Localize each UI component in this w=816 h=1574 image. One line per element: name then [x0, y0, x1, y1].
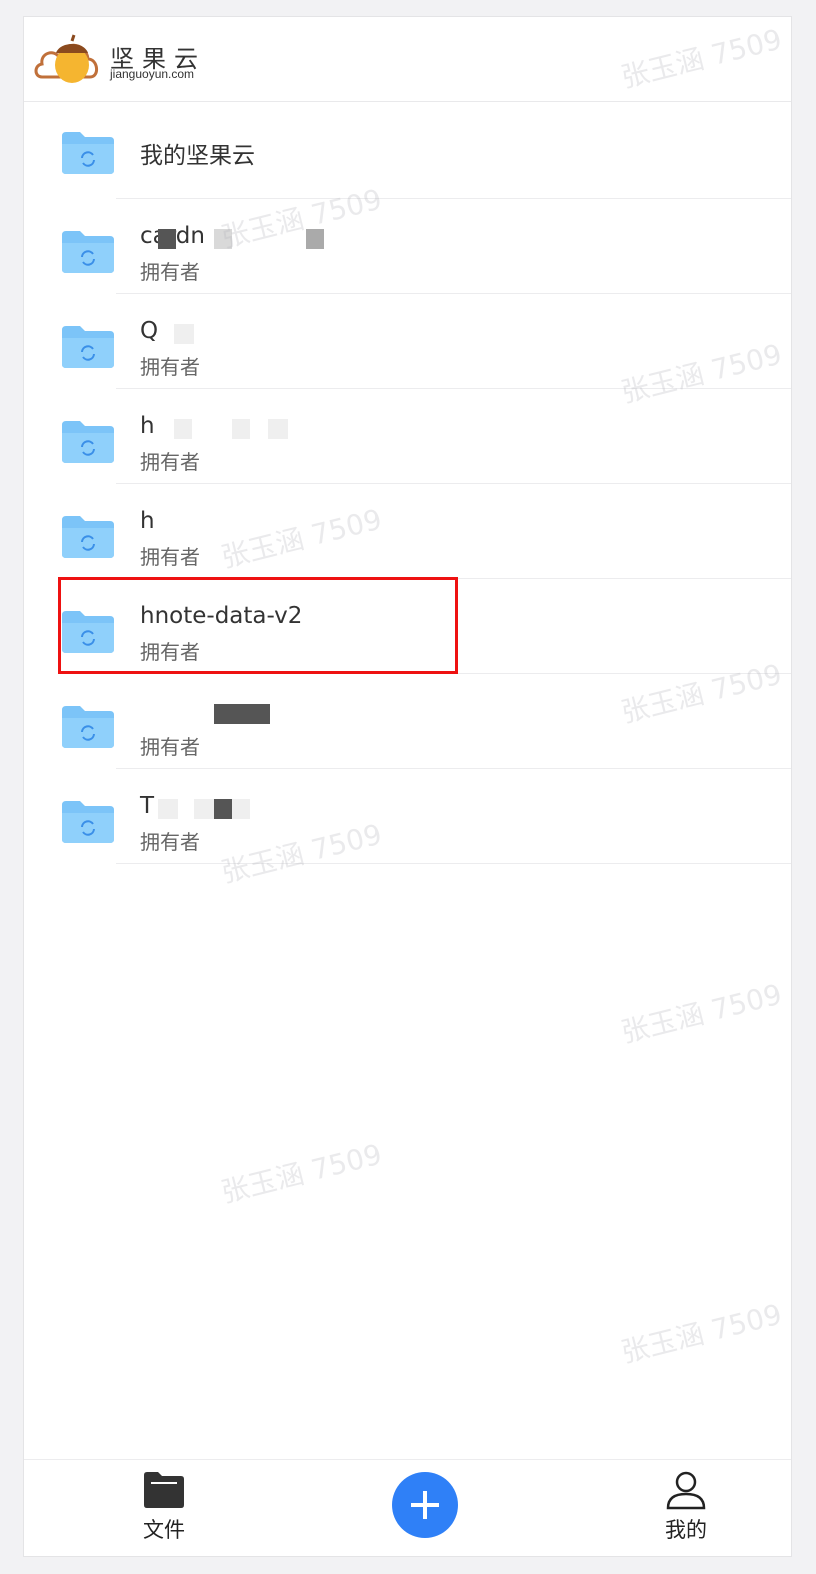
owner-label: 拥有者 — [140, 735, 200, 759]
add-button[interactable] — [392, 1472, 458, 1538]
sync-folder-icon — [62, 611, 114, 653]
tab-files[interactable]: 文件 — [119, 1470, 209, 1544]
brand-domain: jianguoyun.com — [110, 67, 195, 81]
sync-folder-icon — [62, 516, 114, 558]
folder-name: h — [140, 413, 155, 439]
folder-row-hnote-data-v2[interactable]: hnote-data-v2 拥有者 — [24, 579, 791, 674]
owner-label: 拥有者 — [140, 355, 200, 379]
folder-name: 我的坚果云 — [140, 143, 255, 169]
redaction-block — [214, 229, 232, 249]
folder-row[interactable]: 拥有者 — [24, 674, 791, 769]
folder-row[interactable]: T 拥有者 — [24, 769, 791, 864]
folder-name: Q — [140, 318, 159, 344]
redaction-block — [174, 419, 192, 439]
folder-row[interactable]: h 拥有者 — [24, 389, 791, 484]
watermark: 张玉涵 7509 — [617, 1297, 786, 1370]
user-icon — [666, 1471, 706, 1510]
app-header: 坚果云 jianguoyun.com — [24, 17, 791, 102]
redaction-block — [214, 704, 270, 724]
tab-mine-label: 我的 — [665, 1518, 707, 1542]
sync-folder-icon — [62, 421, 114, 463]
bottom-tab-bar: 文件 我的 — [24, 1459, 791, 1556]
redaction-block — [214, 799, 232, 819]
redaction-block — [174, 324, 194, 344]
redaction-block — [268, 419, 288, 439]
folder-row[interactable]: cardn 拥有者 — [24, 199, 791, 294]
redaction-block — [306, 229, 324, 249]
sync-folder-icon — [62, 231, 114, 273]
redaction-block — [232, 799, 250, 819]
watermark: 张玉涵 7509 — [217, 1137, 386, 1210]
folder-name: T — [140, 793, 155, 819]
redaction-block — [194, 799, 214, 819]
redaction-block — [232, 419, 250, 439]
watermark: 张玉涵 7509 — [617, 977, 786, 1050]
redaction-block — [158, 229, 176, 249]
redaction-block — [158, 799, 178, 819]
sync-folder-icon — [62, 706, 114, 748]
owner-label: 拥有者 — [140, 545, 200, 569]
sync-folder-icon — [62, 326, 114, 368]
folder-row-my-nutstore[interactable]: 我的坚果云 — [24, 102, 791, 199]
plus-icon — [411, 1491, 439, 1519]
owner-label: 拥有者 — [140, 260, 200, 284]
sync-folder-icon — [62, 132, 114, 174]
folder-row[interactable]: h 拥有者 — [24, 484, 791, 579]
tab-mine[interactable]: 我的 — [641, 1470, 731, 1544]
sync-folder-icon — [62, 801, 114, 843]
owner-label: 拥有者 — [140, 450, 200, 474]
owner-label: 拥有者 — [140, 830, 200, 854]
folder-icon — [144, 1472, 184, 1508]
app-window: 坚果云 jianguoyun.com 我的坚果云 cardn 拥有者 Q 拥有者… — [23, 16, 792, 1557]
folder-list: 我的坚果云 cardn 拥有者 Q 拥有者 h 拥有者 h 拥 — [24, 102, 791, 864]
tab-files-label: 文件 — [143, 1518, 185, 1542]
folder-name: h — [140, 508, 155, 534]
folder-name: hnote-data-v2 — [140, 603, 303, 629]
folder-row[interactable]: Q 拥有者 — [24, 294, 791, 389]
acorn-logo-icon — [34, 34, 98, 83]
owner-label: 拥有者 — [140, 640, 200, 664]
